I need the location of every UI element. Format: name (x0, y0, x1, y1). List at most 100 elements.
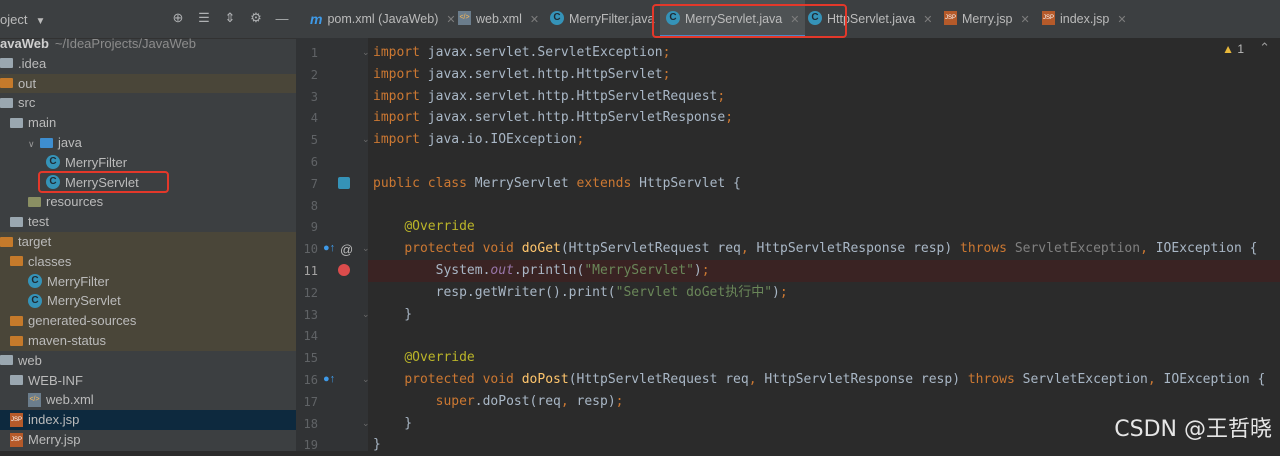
editor-tab[interactable]: JSP Merry.jsp ✕ (938, 0, 1036, 38)
tree-item[interactable]: target (0, 231, 296, 252)
editor-tab[interactable]: </> web.xml ✕ (452, 0, 545, 38)
code-token: .doPost(req (474, 393, 561, 409)
tree-item[interactable]: web (0, 351, 296, 371)
override-icon[interactable]: ●↑ (323, 373, 335, 385)
gear-icon[interactable]: ⚙ (248, 9, 264, 27)
breakpoint-icon[interactable] (338, 264, 350, 279)
line-number[interactable]: 2 (296, 68, 318, 82)
tree-item[interactable]: </> web.xml (0, 390, 296, 410)
tree-item[interactable]: resources (0, 192, 296, 212)
code-line[interactable]: import javax.servlet.http.HttpServlet; (373, 64, 670, 86)
code-token: "MerryServlet" (584, 263, 694, 278)
chevron-down-icon[interactable]: ▼ (35, 16, 45, 27)
code-editor[interactable]: 1 2 3 4 5 6 7 8 9 10 11 12 13 14 15 16 17 18 19 ●↑ @ ●↑ ⌄ ⌄ ⌄ ⌄ ⌄ ⌄… (296, 38, 1280, 452)
tree-item[interactable]: generated-sources (0, 311, 296, 331)
line-number[interactable]: 7 (296, 177, 318, 191)
code-line[interactable]: super.doPost(req, resp); (373, 391, 624, 413)
code-line[interactable]: } (373, 413, 412, 435)
collapse-icon[interactable]: ☰ (196, 9, 212, 27)
tree-item[interactable]: .idea (0, 54, 296, 74)
line-number[interactable]: 18 (296, 417, 318, 431)
code-token: HttpServletResponse resp) (764, 372, 968, 387)
line-number[interactable]: 19 (296, 438, 318, 452)
run-class-icon[interactable] (338, 176, 350, 192)
tree-item[interactable]: WEB-INF (0, 371, 296, 391)
annotation-icon[interactable]: @ (340, 242, 353, 257)
line-number[interactable]: 12 (296, 286, 318, 300)
close-icon[interactable]: ✕ (1117, 13, 1126, 26)
editor-tab[interactable]: m pom.xml (JavaWeb) ✕ (304, 0, 462, 38)
code-line[interactable]: public class MerryServlet extends HttpSe… (373, 173, 741, 195)
code-line[interactable]: protected void doGet(HttpServletRequest … (373, 238, 1257, 260)
code-token: ; (576, 132, 585, 148)
code-line[interactable]: import javax.servlet.ServletException; (373, 42, 670, 64)
line-number[interactable]: 11 (296, 264, 318, 278)
tree-item-label: MerryFilter (47, 273, 110, 289)
folder-icon (10, 375, 23, 386)
code-line[interactable]: } (373, 434, 381, 456)
minimize-icon[interactable]: — (274, 9, 290, 27)
line-number[interactable]: 9 (296, 220, 318, 234)
tree-item[interactable]: ∨ java (0, 133, 296, 153)
fold-icon[interactable]: ⌄ (362, 373, 370, 385)
code-line[interactable]: @Override (373, 216, 474, 238)
line-number[interactable]: 16 (296, 373, 318, 387)
tab-label: web.xml (476, 12, 522, 26)
line-number[interactable]: 10 (296, 242, 318, 256)
code-line[interactable]: resp.getWriter().print("Servlet doGet执行中… (373, 282, 788, 304)
warning-indicator[interactable]: ▲ 1 (1222, 42, 1244, 56)
line-number[interactable]: 17 (296, 395, 318, 409)
line-number[interactable]: 5 (296, 133, 318, 147)
tree-item[interactable]: C MerryFilter (0, 153, 296, 173)
line-number[interactable]: 8 (296, 199, 318, 213)
code-line[interactable]: import javax.servlet.http.HttpServletRes… (373, 107, 733, 129)
expand-icon[interactable]: ⇕ (222, 9, 238, 27)
tree-item[interactable]: C MerryServlet (0, 291, 296, 312)
tree-item[interactable]: src (0, 93, 296, 113)
code-line[interactable]: System.out.println("MerryServlet"); (373, 260, 710, 282)
tree-item[interactable]: avaWeb ~/IdeaProjects/JavaWeb (0, 34, 296, 54)
code-line[interactable]: import javax.servlet.http.HttpServletReq… (373, 86, 725, 108)
tab-label: MerryFilter.java (569, 12, 655, 26)
line-number[interactable]: 14 (296, 329, 318, 343)
tree-item[interactable]: out (0, 73, 296, 94)
tree-item-label: avaWeb (0, 36, 49, 51)
editor-tab[interactable]: JSP index.jsp ✕ (1036, 0, 1133, 38)
code-token: import (373, 88, 420, 104)
code-line[interactable]: import java.io.IOException; (373, 129, 584, 151)
line-number[interactable]: 3 (296, 90, 318, 104)
tree-item[interactable]: JSP Merry.jsp (0, 430, 296, 450)
override-icon[interactable]: ●↑ (323, 242, 335, 254)
tree-item[interactable]: JSP index.jsp (0, 410, 296, 430)
close-icon[interactable]: ✕ (923, 13, 932, 26)
tree-item[interactable]: test (0, 212, 296, 232)
code-line[interactable]: } (373, 304, 412, 326)
close-icon[interactable]: ✕ (530, 13, 539, 26)
editor-gutter[interactable]: 1 2 3 4 5 6 7 8 9 10 11 12 13 14 15 16 17 18 19 ●↑ @ ●↑ ⌄ ⌄ ⌄ ⌄ ⌄ ⌄ (296, 38, 370, 452)
tree-item[interactable]: C MerryFilter (0, 271, 296, 292)
line-number[interactable]: 13 (296, 308, 318, 322)
code-token: , (1147, 372, 1164, 387)
fold-icon[interactable]: ⌄ (362, 133, 370, 145)
line-number[interactable]: 4 (296, 111, 318, 125)
tab-label: Merry.jsp (962, 12, 1013, 26)
line-number[interactable]: 6 (296, 155, 318, 169)
line-number[interactable]: 15 (296, 351, 318, 365)
project-view-selector[interactable]: oject ▼ (0, 12, 45, 27)
fold-icon[interactable]: ⌄ (362, 308, 370, 320)
line-number[interactable]: 1 (296, 46, 318, 60)
tree-item[interactable]: maven-status (0, 330, 296, 351)
crosshair-icon[interactable]: ⊕ (170, 9, 186, 27)
chevron-up-icon[interactable]: ⌃ (1259, 40, 1270, 56)
close-icon[interactable]: ✕ (1020, 13, 1029, 26)
fold-icon[interactable]: ⌄ (362, 417, 370, 429)
tree-item[interactable]: classes (0, 251, 296, 272)
fold-icon[interactable]: ⌄ (362, 46, 370, 58)
tree-item-label: test (28, 214, 49, 230)
fold-icon[interactable]: ⌄ (362, 242, 370, 254)
code-line[interactable]: @Override (373, 347, 474, 369)
tree-item[interactable]: main (0, 113, 296, 133)
code-line[interactable]: protected void doPost(HttpServletRequest… (373, 369, 1265, 391)
